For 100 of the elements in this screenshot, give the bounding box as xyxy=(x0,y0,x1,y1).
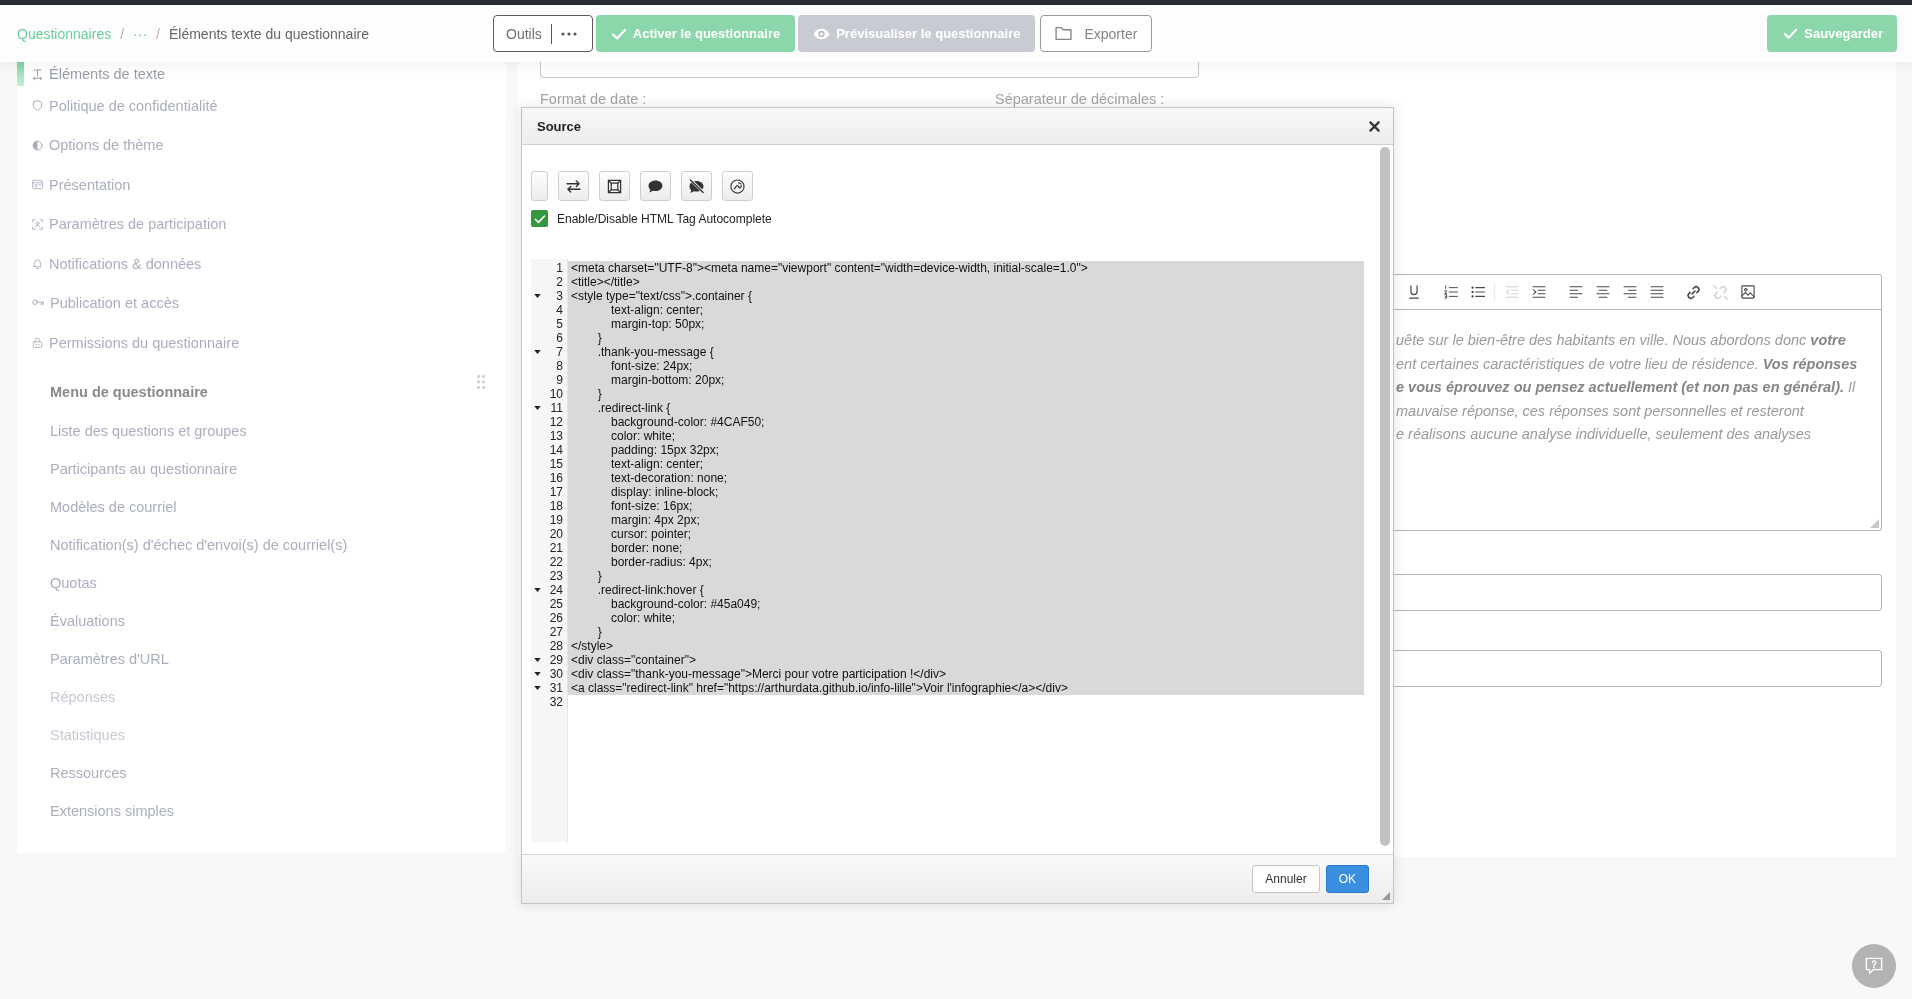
editor-text-line: mauvaise réponse, ces réponses sont personnelles et resteront xyxy=(1396,401,1804,421)
key-icon xyxy=(32,299,44,308)
align-left-icon xyxy=(1568,286,1583,298)
dialog-title: Source xyxy=(537,118,582,134)
field-label: Séparateur de décimales : xyxy=(995,91,1165,107)
text-field[interactable] xyxy=(540,62,1199,78)
activate-button[interactable]: Activer le questionnaire xyxy=(595,15,796,52)
breadcrumb-separator: / xyxy=(156,25,160,42)
menu-item[interactable]: Participants au questionnaire xyxy=(17,449,241,488)
checkbox-label: Enable/Disable HTML Tag Autocomplete xyxy=(557,211,772,226)
fold-caret-icon[interactable] xyxy=(534,350,541,354)
contrast-icon xyxy=(32,139,43,151)
line-number: 11 xyxy=(550,401,563,415)
bullet-list-icon xyxy=(1470,285,1485,299)
toolbar-button[interactable] xyxy=(722,171,753,201)
autocomplete-checkbox[interactable] xyxy=(531,210,548,227)
resize-grip-icon[interactable] xyxy=(1870,519,1879,528)
menu-item[interactable]: Quotas xyxy=(17,563,101,602)
menu-item[interactable]: Modèles de courriel xyxy=(17,487,181,526)
cancel-button[interactable]: Annuler xyxy=(1252,865,1320,893)
editor-text-line: uête sur le bien-être des habitants en ville. Nous abordons donc votre xyxy=(1396,331,1846,350)
line-number: 15 xyxy=(549,457,563,471)
align-center-icon xyxy=(1595,286,1610,298)
line-number: 30 xyxy=(549,667,563,681)
menu-item[interactable]: Notification(s) d'échec d'envoi(s) de courriel(s) xyxy=(17,525,352,564)
line-number: 18 xyxy=(549,499,563,513)
sidebar-item[interactable]: Politique de confidentialité xyxy=(17,86,222,126)
image-icon xyxy=(1740,285,1755,299)
link-icon xyxy=(1686,284,1701,300)
line-number: 13 xyxy=(549,429,563,443)
presentation-icon xyxy=(32,179,43,191)
unlink-icon xyxy=(1713,284,1728,300)
breadcrumb-link[interactable]: ··· xyxy=(133,25,148,42)
line-number: 14 xyxy=(549,443,563,457)
toolbar-button[interactable] xyxy=(640,171,671,201)
line-number: 5 xyxy=(556,317,563,331)
fold-caret-icon[interactable] xyxy=(534,672,541,676)
line-number: 20 xyxy=(549,527,563,541)
fold-caret-icon[interactable] xyxy=(534,406,541,410)
fold-caret-icon[interactable] xyxy=(534,658,541,662)
sidebar-item[interactable]: Présentation xyxy=(17,165,135,205)
fold-caret-icon[interactable] xyxy=(534,588,541,592)
resize-grip-icon[interactable] xyxy=(1382,892,1390,900)
input-field[interactable] xyxy=(1394,574,1882,611)
line-number: 31 xyxy=(549,681,563,695)
sidebar-item[interactable]: Publication et accès xyxy=(17,283,183,323)
sidebar-item[interactable]: Paramètres de participation xyxy=(17,204,231,244)
save-button[interactable]: Sauvegarder xyxy=(1767,15,1897,52)
frame-icon xyxy=(607,178,622,194)
toolbar-button[interactable] xyxy=(599,171,630,201)
outdent-icon xyxy=(1504,286,1519,298)
ok-button[interactable]: OK xyxy=(1325,865,1369,893)
toolbar-button[interactable] xyxy=(558,171,589,201)
line-number: 21 xyxy=(549,541,563,555)
text-format-icon xyxy=(32,68,43,80)
speech-bubble-icon xyxy=(648,179,663,193)
drag-handle-icon[interactable] xyxy=(477,374,485,389)
line-number: 22 xyxy=(549,555,563,569)
line-number: 17 xyxy=(549,485,563,499)
line-number: 2 xyxy=(556,275,563,289)
menu-item[interactable]: Évaluations xyxy=(17,601,129,640)
sidebar-item[interactable]: Permissions du questionnaire xyxy=(17,323,244,363)
toolbar-button[interactable] xyxy=(681,171,712,201)
line-number: 7 xyxy=(556,345,563,359)
line-number: 9 xyxy=(556,373,563,387)
menu-item[interactable]: Ressources xyxy=(17,753,131,792)
line-number: 8 xyxy=(556,359,563,373)
close-button[interactable] xyxy=(1369,120,1380,132)
breadcrumb-separator: / xyxy=(120,25,125,42)
menu-item[interactable]: Extensions simples xyxy=(17,791,179,830)
folder-icon xyxy=(1055,26,1073,41)
menu-item[interactable]: Paramètres d'URL xyxy=(17,639,173,678)
input-field[interactable] xyxy=(1394,650,1882,687)
fold-caret-icon[interactable] xyxy=(534,294,541,298)
line-number: 26 xyxy=(549,611,563,625)
field-label: Format de date : xyxy=(540,91,648,107)
circle-swirl-icon xyxy=(730,178,745,194)
menu-item[interactable]: Liste des questions et groupes xyxy=(17,411,251,450)
line-number: 24 xyxy=(549,583,563,597)
line-number: 29 xyxy=(549,653,563,667)
editor-text-line: ent certaines caractéristiques de votre lieu de résidence. Vos réponses xyxy=(1396,354,1858,374)
section-title: Menu de questionnaire xyxy=(50,383,208,400)
sidebar-item[interactable]: Notifications & données xyxy=(17,244,206,284)
more-dots-icon xyxy=(560,31,577,36)
line-number: 28 xyxy=(549,639,563,653)
export-button[interactable]: Exporter xyxy=(1040,15,1153,52)
bell-icon xyxy=(32,258,43,270)
checkmark-icon xyxy=(533,212,546,225)
justify-icon xyxy=(1649,286,1664,298)
breadcrumb-link[interactable]: Questionnaires xyxy=(17,25,112,42)
fold-caret-icon[interactable] xyxy=(534,686,541,690)
tools-button[interactable]: Outils xyxy=(494,16,551,51)
lock-icon xyxy=(32,337,43,349)
breadcrumb-current: Éléments texte du questionnaire xyxy=(168,25,369,42)
line-number: 3 xyxy=(556,289,563,303)
line-number: 12 xyxy=(549,415,563,429)
line-number: 10 xyxy=(549,387,563,401)
scrollbar-thumb[interactable] xyxy=(1380,147,1390,846)
sidebar-item[interactable]: Options de thème xyxy=(17,125,168,165)
line-number: 23 xyxy=(549,569,563,583)
